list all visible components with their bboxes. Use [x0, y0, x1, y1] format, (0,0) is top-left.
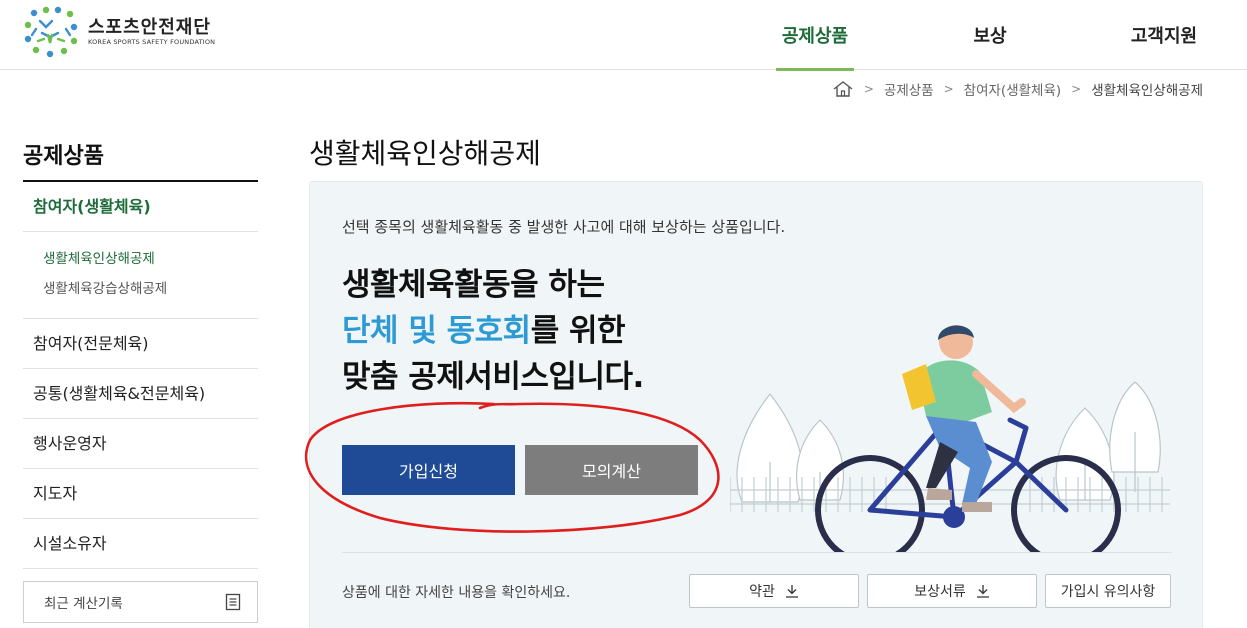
terms-label: 약관 [749, 584, 775, 600]
nav-item-label: 고객지원 [1130, 26, 1198, 47]
claim-documents-label: 보상서류 [914, 584, 966, 600]
panel-divider [342, 552, 1172, 553]
breadcrumb-item[interactable]: 공제상품 [884, 79, 934, 99]
sidebar-title: 공제상품 [23, 130, 258, 182]
sidebar-item-facility-owner[interactable]: 시설소유자 [23, 519, 258, 569]
breadcrumb: > 공제상품 > 참여자(생활체육) > 생활체육인상해공제 [832, 78, 1203, 100]
recent-calculation-label: 최근 계산기록 [44, 596, 123, 612]
cyclist-illustration [730, 325, 1170, 552]
site-header: 스포츠안전재단 KOREA SPORTS SAFETY FOUNDATION 공… [0, 0, 1247, 71]
nav-item-label: 공제상품 [781, 26, 849, 47]
chevron-right-icon: > [943, 82, 954, 96]
headline-accent: 단체 및 동호회 [342, 313, 531, 349]
headline-text: 를 위한 [530, 313, 626, 349]
nav-item-label: 보상 [973, 26, 1007, 47]
document-list-icon [225, 593, 241, 611]
sidebar-item-common[interactable]: 공통(생활체육&전문체육) [23, 369, 258, 419]
recent-calculation-button[interactable]: 최근 계산기록 [23, 581, 258, 623]
simulate-calc-button[interactable]: 모의계산 [525, 445, 698, 495]
terms-download-button[interactable]: 약관 [689, 574, 859, 608]
chevron-right-icon: > [1071, 82, 1082, 96]
logo-mark-icon [24, 6, 78, 58]
product-description: 선택 종목의 생활체육활동 중 발생한 사고에 대해 보상하는 상품입니다. [342, 218, 786, 236]
nav-active-underline [776, 68, 854, 71]
enrollment-notes-button[interactable]: 가입시 유의사항 [1045, 574, 1171, 608]
page-title: 생활체육인상해공제 [309, 137, 541, 170]
enrollment-notes-label: 가입시 유의사항 [1060, 584, 1156, 600]
product-panel: 선택 종목의 생활체육활동 중 발생한 사고에 대해 보상하는 상품입니다. 생… [309, 181, 1203, 628]
nav-item-products[interactable]: 공제상품 [776, 0, 854, 71]
logo-name: 스포츠안전재단 [88, 16, 211, 38]
product-headline: 생활체육활동을 하는 단체 및 동호회를 위한 맞춤 공제서비스입니다. [342, 262, 644, 400]
sidebar-sub-list: 생활체육인상해공제 생활체육강습상해공제 [23, 232, 258, 319]
sidebar-item-participant-life[interactable]: 참여자(생활체육) [23, 182, 258, 232]
home-icon[interactable] [832, 80, 854, 98]
headline-line: 맞춤 공제서비스입니다. [342, 359, 644, 395]
nav-item-support[interactable]: 고객지원 [1120, 0, 1208, 70]
logo[interactable]: 스포츠안전재단 KOREA SPORTS SAFETY FOUNDATION [22, 4, 222, 60]
sidebar-item-event-operator[interactable]: 행사운영자 [23, 419, 258, 469]
logo-subtitle: KOREA SPORTS SAFETY FOUNDATION [88, 37, 216, 46]
sidebar: 공제상품 참여자(생활체육) 생활체육인상해공제 생활체육강습상해공제 참여자(… [23, 130, 258, 569]
headline-line: 생활체육활동을 하는 [342, 267, 605, 303]
sidebar-sub-item-injury[interactable]: 생활체육인상해공제 [43, 244, 258, 274]
breadcrumb-item[interactable]: 참여자(생활체육) [964, 79, 1061, 99]
join-button[interactable]: 가입신청 [342, 445, 515, 495]
sidebar-sub-item-lesson-injury[interactable]: 생활체육강습상해공제 [43, 274, 258, 304]
claim-documents-download-button[interactable]: 보상서류 [867, 574, 1037, 608]
breadcrumb-current: 생활체육인상해공제 [1091, 83, 1203, 99]
sidebar-item-instructor[interactable]: 지도자 [23, 469, 258, 519]
download-icon [976, 585, 989, 598]
download-icon [785, 585, 798, 598]
nav-item-compensation[interactable]: 보상 [955, 0, 1025, 70]
sidebar-item-participant-pro[interactable]: 참여자(전문체육) [23, 319, 258, 369]
details-prompt: 상품에 대한 자세한 내용을 확인하세요. [342, 585, 571, 601]
headline-line: 단체 및 동호회를 위한 [342, 308, 644, 354]
chevron-right-icon: > [863, 82, 874, 96]
